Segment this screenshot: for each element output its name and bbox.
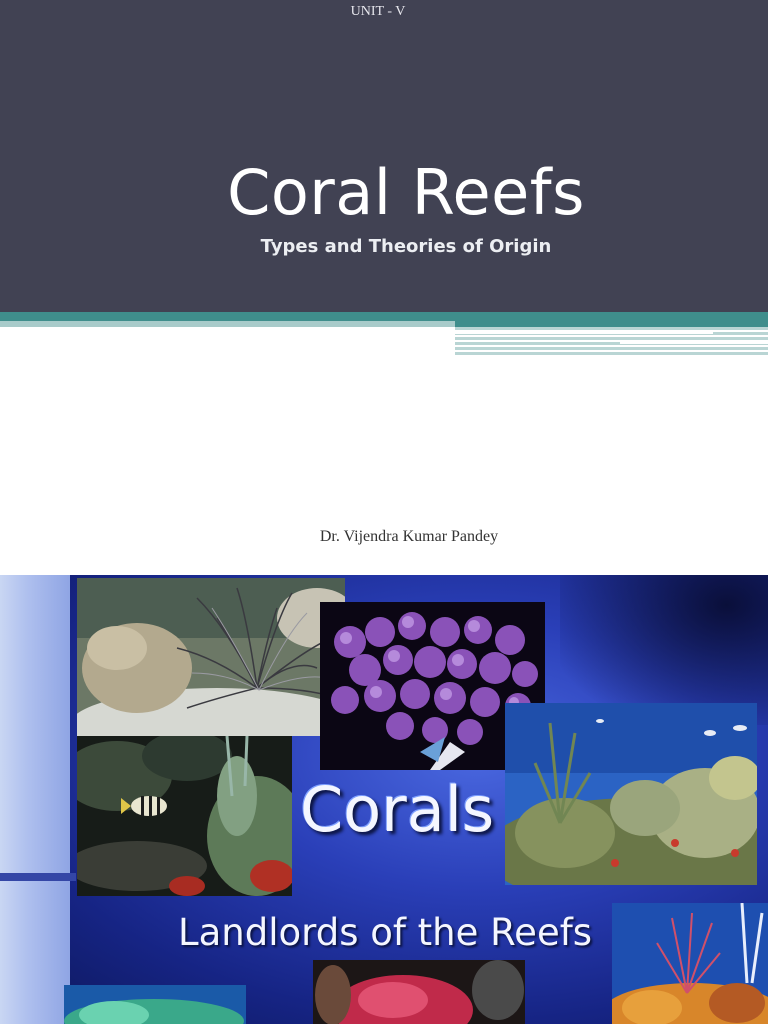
corals-subtitle: Landlords of the Reefs <box>178 911 593 954</box>
gorgonian-photo <box>612 903 768 1024</box>
reef-fish-photo <box>77 736 292 896</box>
slide-subtitle: Types and Theories of Origin <box>260 236 552 257</box>
teal-band-top <box>0 312 768 321</box>
teal-band-light <box>0 321 455 327</box>
reef-scene-photo <box>505 703 757 885</box>
corals-title: Corals <box>300 773 495 846</box>
slide-title: Coral Reefs <box>227 156 585 229</box>
corals-slide: Corals Landlords of the Reefs <box>0 575 768 1024</box>
white-line-2 <box>620 342 768 344</box>
author-name: Dr. Vijendra Kumar Pandey <box>319 528 499 545</box>
bottom-left-coral-photo <box>64 985 246 1024</box>
title-panel: UNIT - V Coral Reefs Types and Theories … <box>0 0 768 312</box>
sea-anemone-photo <box>77 578 345 736</box>
unit-label: UNIT - V <box>350 4 406 19</box>
white-line-1 <box>455 332 713 334</box>
left-light-strip <box>0 575 70 1024</box>
title-slide: UNIT - V Coral Reefs Types and Theories … <box>0 0 768 575</box>
red-coral-photo <box>313 960 525 1024</box>
strip-divider-line <box>0 873 76 881</box>
